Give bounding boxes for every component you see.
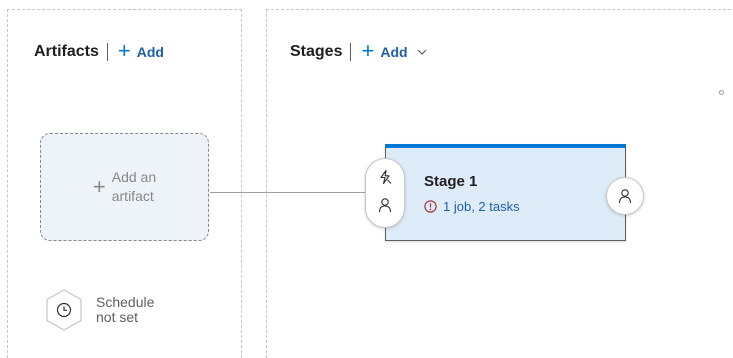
schedule-line2: not set xyxy=(96,309,139,325)
add-artifact-line1: Add an xyxy=(111,169,157,185)
clock-icon xyxy=(46,289,82,331)
plus-icon: + xyxy=(92,174,106,199)
plus-icon: + xyxy=(117,38,131,63)
error-circle-icon xyxy=(424,200,437,213)
stage-card[interactable] xyxy=(385,144,626,241)
header-divider xyxy=(106,43,108,61)
add-artifact-text: Add an artifact xyxy=(112,168,156,206)
person-icon[interactable] xyxy=(377,197,393,213)
add-stage-label: Add xyxy=(380,44,408,60)
release-pipeline-canvas: Artifacts + Add Stages + Add + Add an ar… xyxy=(0,0,733,358)
person-icon xyxy=(618,189,632,204)
stage-name[interactable]: Stage 1 xyxy=(424,173,477,190)
header-divider xyxy=(350,43,352,61)
lightning-icon[interactable] xyxy=(377,169,393,185)
artifact-stage-connector xyxy=(210,192,370,193)
schedule-line1: Schedule xyxy=(96,294,155,310)
artifacts-header: Artifacts + Add xyxy=(34,40,164,64)
artifacts-title: Artifacts xyxy=(34,43,99,60)
add-artifact-header-label: Add xyxy=(136,44,164,60)
schedule-trigger[interactable]: Schedule not set xyxy=(44,288,154,332)
schedule-text: Schedule not set xyxy=(96,295,154,325)
add-artifact-header-button[interactable]: + Add xyxy=(117,38,164,63)
add-artifact-placeholder[interactable]: + Add an artifact xyxy=(40,133,209,241)
stages-title: Stages xyxy=(290,43,343,60)
stage-tasks-link[interactable]: 1 job, 2 tasks xyxy=(424,199,520,214)
canvas-dot xyxy=(719,90,724,95)
plus-icon: + xyxy=(361,38,375,63)
add-stage-button[interactable]: + Add xyxy=(361,38,428,63)
chevron-down-icon[interactable] xyxy=(416,46,428,58)
stages-header: Stages + Add xyxy=(290,40,428,64)
stage-status-text: 1 job, 2 tasks xyxy=(443,199,520,214)
post-deployment-conditions[interactable] xyxy=(606,177,644,215)
add-artifact-line2: artifact xyxy=(111,188,154,204)
